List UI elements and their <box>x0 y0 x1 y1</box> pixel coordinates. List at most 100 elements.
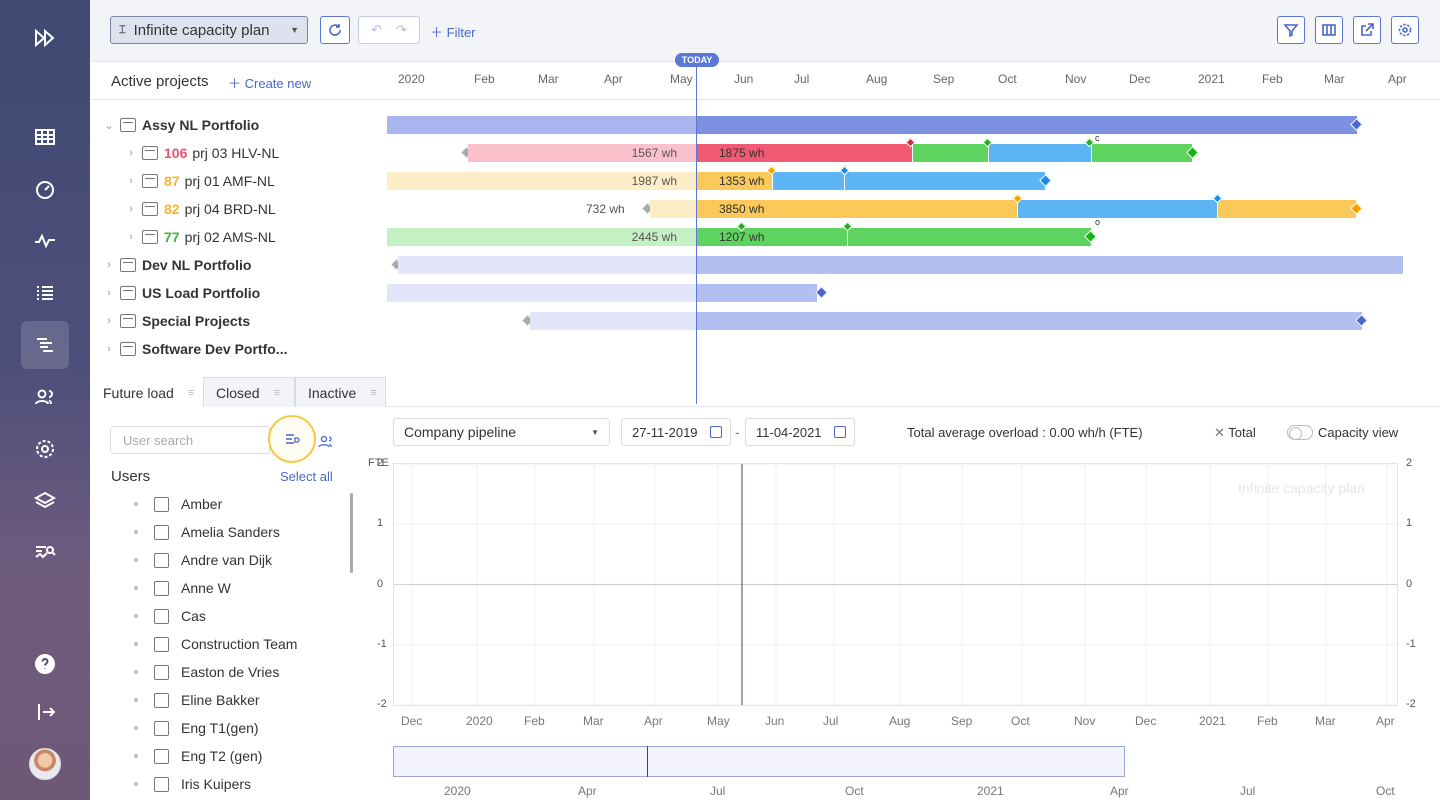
tab-inactive[interactable]: Inactive ≡ <box>295 377 386 407</box>
user-item[interactable]: Easton de Vries <box>134 658 279 686</box>
user-item[interactable]: Eng T2 (gen) <box>134 742 262 770</box>
create-new-button[interactable]: ＋ Create new <box>228 73 311 92</box>
filter-button[interactable]: ＋ Filter <box>430 22 476 41</box>
bar-amf-blue1[interactable] <box>773 172 844 190</box>
user-list-scrollbar[interactable] <box>350 493 353 573</box>
user-checkbox[interactable] <box>154 664 169 680</box>
chevron-right-icon[interactable]: › <box>102 343 116 355</box>
project-name[interactable]: Special Projects <box>142 313 250 329</box>
user-item[interactable]: Iris Kuipers <box>134 770 251 798</box>
tab-future-load[interactable]: Future load ≡ <box>90 377 203 407</box>
columns-button[interactable] <box>1315 16 1343 44</box>
dashboard-icon[interactable] <box>21 165 69 213</box>
tree-row[interactable]: › Special Projects <box>102 307 402 335</box>
sort-button[interactable] <box>268 415 316 463</box>
bar-dev-past[interactable] <box>398 256 697 274</box>
bar-brd-blue[interactable] <box>1018 200 1217 218</box>
group-users-icon[interactable] <box>318 434 334 453</box>
tree-row[interactable]: › 87 prj 01 AMF-NL <box>124 167 424 195</box>
navigator-window[interactable] <box>393 746 1125 777</box>
logo-icon[interactable] <box>21 14 69 62</box>
bar-dev-future[interactable] <box>697 256 1403 274</box>
user-item[interactable]: Cas <box>134 602 206 630</box>
user-checkbox[interactable] <box>154 636 169 652</box>
menu-icon[interactable]: ≡ <box>274 387 280 399</box>
filter-funnel-button[interactable] <box>1277 16 1305 44</box>
undo-icon[interactable]: ↶ <box>371 22 382 38</box>
settings-button[interactable] <box>1391 16 1419 44</box>
bar-special-future[interactable] <box>697 312 1362 330</box>
tree-row[interactable]: › Dev NL Portfolio <box>102 251 402 279</box>
date-to-input[interactable]: 11-04-2021 <box>745 418 855 446</box>
users-icon[interactable] <box>21 373 69 421</box>
bar-ams-green2[interactable] <box>848 228 1091 246</box>
bar-assy-future[interactable] <box>697 116 1357 134</box>
user-item[interactable]: Anne W <box>134 574 231 602</box>
user-checkbox[interactable] <box>154 748 169 764</box>
chevron-down-icon[interactable]: ⌄ <box>102 119 116 132</box>
refresh-button[interactable] <box>320 16 350 44</box>
project-name[interactable]: Software Dev Portfo... <box>142 341 287 357</box>
user-item[interactable]: Eline Bakker <box>134 686 260 714</box>
gantt-icon[interactable] <box>21 321 69 369</box>
settings-icon[interactable] <box>21 425 69 473</box>
user-checkbox[interactable] <box>154 608 169 624</box>
project-name[interactable]: prj 01 AMF-NL <box>185 173 275 189</box>
user-checkbox[interactable] <box>154 552 169 568</box>
bar-special-past[interactable] <box>530 312 697 330</box>
bar-amf-past[interactable]: 1987 wh <box>387 172 697 190</box>
bar-us-future[interactable] <box>697 284 817 302</box>
user-checkbox[interactable] <box>154 692 169 708</box>
layers-icon[interactable] <box>21 477 69 525</box>
tab-closed[interactable]: Closed ≡ <box>203 377 295 407</box>
bar-hlv-blue[interactable] <box>989 144 1091 162</box>
bar-ams-green1[interactable]: 1207 wh <box>697 228 847 246</box>
tree-row[interactable]: › US Load Portfolio <box>102 279 402 307</box>
user-item[interactable]: Amber <box>134 490 222 518</box>
bar-ams-past[interactable]: 2445 wh <box>387 228 697 246</box>
tree-row[interactable]: › 77 prj 02 AMS-NL <box>124 223 424 251</box>
export-button[interactable] <box>1353 16 1381 44</box>
logout-icon[interactable] <box>21 688 69 736</box>
project-name[interactable]: prj 03 HLV-NL <box>192 145 279 161</box>
user-search-input[interactable]: User search <box>110 426 270 454</box>
project-name[interactable]: prj 04 BRD-NL <box>185 201 276 217</box>
menu-icon[interactable]: ≡ <box>188 387 194 399</box>
timeline-navigator[interactable] <box>393 746 1398 778</box>
calendar-icon[interactable] <box>834 426 846 438</box>
tree-row[interactable]: ⌄ Assy NL Portfolio <box>102 111 402 139</box>
bar-brd-orange1[interactable]: 3850 wh <box>697 200 1017 218</box>
bar-hlv-green1[interactable] <box>913 144 988 162</box>
user-checkbox[interactable] <box>154 524 169 540</box>
chevron-right-icon[interactable]: › <box>102 315 116 327</box>
bar-brd-orange2[interactable] <box>1218 200 1356 218</box>
user-checkbox[interactable] <box>154 720 169 736</box>
chevron-right-icon[interactable]: › <box>124 203 138 215</box>
bar-hlv-red[interactable]: 1875 wh <box>697 144 912 162</box>
tree-row[interactable]: › 82 prj 04 BRD-NL <box>124 195 424 223</box>
bar-us-past[interactable] <box>387 284 697 302</box>
chevron-right-icon[interactable]: › <box>124 231 138 243</box>
bar-amf-blue2[interactable] <box>845 172 1045 190</box>
chevron-right-icon[interactable]: › <box>124 147 138 159</box>
bar-assy-past[interactable] <box>387 116 697 134</box>
project-name[interactable]: Assy NL Portfolio <box>142 117 259 133</box>
user-item[interactable]: Andre van Dijk <box>134 546 272 574</box>
load-chart[interactable] <box>393 463 1398 706</box>
project-name[interactable]: US Load Portfolio <box>142 285 260 301</box>
chevron-right-icon[interactable]: › <box>124 175 138 187</box>
tree-row[interactable]: › 106 prj 03 HLV-NL <box>124 139 424 167</box>
project-name[interactable]: prj 02 AMS-NL <box>185 229 276 245</box>
user-item[interactable]: Amelia Sanders <box>134 518 280 546</box>
bar-amf-orange[interactable]: 1353 wh <box>697 172 772 190</box>
select-all-link[interactable]: Select all <box>280 469 333 484</box>
user-checkbox[interactable] <box>154 580 169 596</box>
pipeline-select[interactable]: Company pipeline ▼ <box>393 418 610 446</box>
analytics-icon[interactable] <box>21 529 69 577</box>
project-name[interactable]: Dev NL Portfolio <box>142 257 251 273</box>
milestone-diamond[interactable] <box>815 286 828 299</box>
bar-hlv-green2[interactable] <box>1092 144 1192 162</box>
plan-select[interactable]: ⌶ Infinite capacity plan ▼ <box>110 16 308 44</box>
list-icon[interactable] <box>21 269 69 317</box>
capacity-view-toggle[interactable] <box>1287 425 1313 440</box>
